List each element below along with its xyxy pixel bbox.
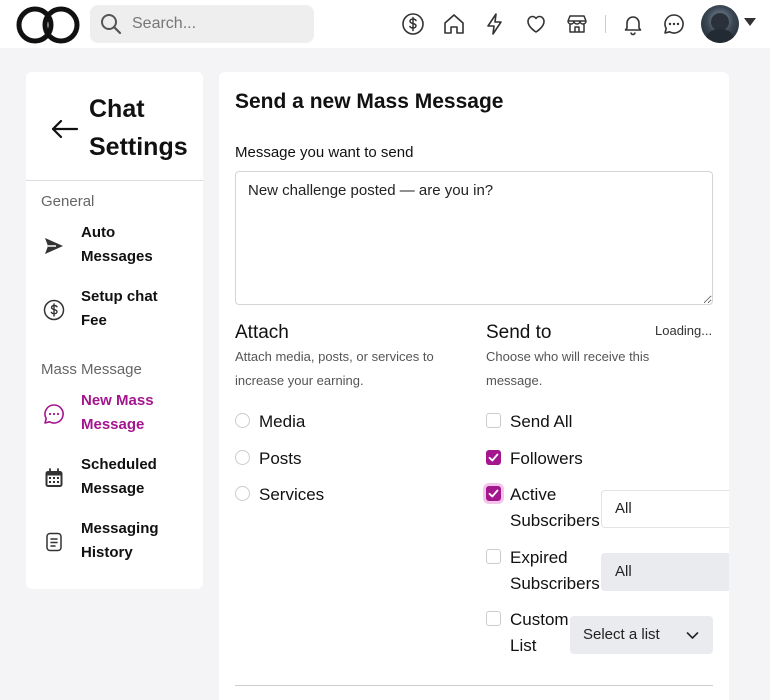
- expired-subscribers-label[interactable]: Expired Subscribers: [510, 545, 600, 597]
- custom-list-checkbox[interactable]: [486, 611, 501, 626]
- top-bar: [0, 0, 770, 48]
- section-general: General: [41, 193, 95, 210]
- active-subscribers-label[interactable]: Active Subscribers: [510, 482, 600, 534]
- chevron-down-icon[interactable]: [744, 18, 756, 26]
- services-label[interactable]: Services: [259, 482, 324, 508]
- followers-label[interactable]: Followers: [510, 446, 583, 472]
- sidebar-item-auto-messages[interactable]: Auto Messages: [26, 221, 203, 271]
- message-label: Message you want to send: [235, 144, 414, 161]
- active-subscribers-select[interactable]: All: [601, 490, 729, 528]
- store-icon[interactable]: [565, 12, 589, 36]
- divider: [26, 180, 203, 181]
- message-textarea[interactable]: [235, 171, 713, 305]
- attach-heading: Attach: [235, 322, 289, 343]
- divider: [605, 15, 606, 33]
- search-bar[interactable]: [90, 5, 314, 43]
- home-icon[interactable]: [442, 12, 466, 36]
- avatar[interactable]: [701, 5, 739, 43]
- panel-title: Send a new Mass Message: [235, 90, 504, 113]
- media-label[interactable]: Media: [259, 409, 305, 435]
- bell-icon[interactable]: [621, 12, 645, 36]
- mass-message-panel: Send a new Mass Message Message you want…: [219, 72, 729, 700]
- document-icon: [43, 531, 65, 553]
- active-subscribers-checkbox[interactable]: [486, 486, 501, 501]
- logo-icon[interactable]: [15, 5, 81, 45]
- sidebar-item-label: Auto: [81, 224, 116, 241]
- followers-checkbox[interactable]: [486, 450, 501, 465]
- expired-subscribers-checkbox[interactable]: [486, 549, 501, 564]
- dollar-circle-icon: [43, 299, 65, 321]
- sidebar-item-messaging-history[interactable]: Messaging History: [26, 517, 203, 567]
- expired-subscribers-select[interactable]: All: [601, 553, 729, 591]
- back-arrow-icon[interactable]: [50, 119, 80, 139]
- services-radio[interactable]: [235, 486, 250, 501]
- divider: [235, 685, 713, 686]
- chevron-down-icon: [686, 632, 699, 639]
- search-icon: [100, 13, 122, 35]
- heart-icon[interactable]: [524, 12, 548, 36]
- sidebar-item-scheduled-message[interactable]: Scheduled Message: [26, 453, 203, 503]
- section-mass-message: Mass Message: [41, 361, 142, 378]
- posts-label[interactable]: Posts: [259, 446, 302, 472]
- send-all-checkbox[interactable]: [486, 413, 501, 428]
- sidebar-item-new-mass-message[interactable]: New Mass Message: [26, 389, 203, 439]
- chat-icon[interactable]: [662, 12, 686, 36]
- send-all-label[interactable]: Send All: [510, 409, 572, 435]
- posts-radio[interactable]: [235, 450, 250, 465]
- calendar-icon: [43, 467, 65, 489]
- send-icon: [43, 235, 65, 257]
- dollar-icon[interactable]: [401, 12, 425, 36]
- chat-bubble-icon: [43, 403, 65, 425]
- custom-list-label[interactable]: Custom List: [510, 607, 569, 659]
- send-to-description: Choose who will receive this message.: [486, 349, 650, 388]
- send-to-heading: Send to: [486, 322, 552, 343]
- chat-settings-sidebar: Chat Settings General Auto Messages Setup…: [26, 72, 203, 589]
- loading-status: Loading...: [655, 323, 713, 338]
- custom-list-select[interactable]: Select a list: [570, 616, 713, 654]
- media-radio[interactable]: [235, 413, 250, 428]
- bolt-icon[interactable]: [483, 12, 507, 36]
- attach-description: Attach media, posts, or services to incr…: [235, 349, 434, 388]
- search-input[interactable]: [132, 5, 302, 43]
- page-title: Chat Settings: [89, 95, 188, 161]
- sidebar-item-setup-chat-fee[interactable]: Setup chat Fee: [26, 285, 203, 335]
